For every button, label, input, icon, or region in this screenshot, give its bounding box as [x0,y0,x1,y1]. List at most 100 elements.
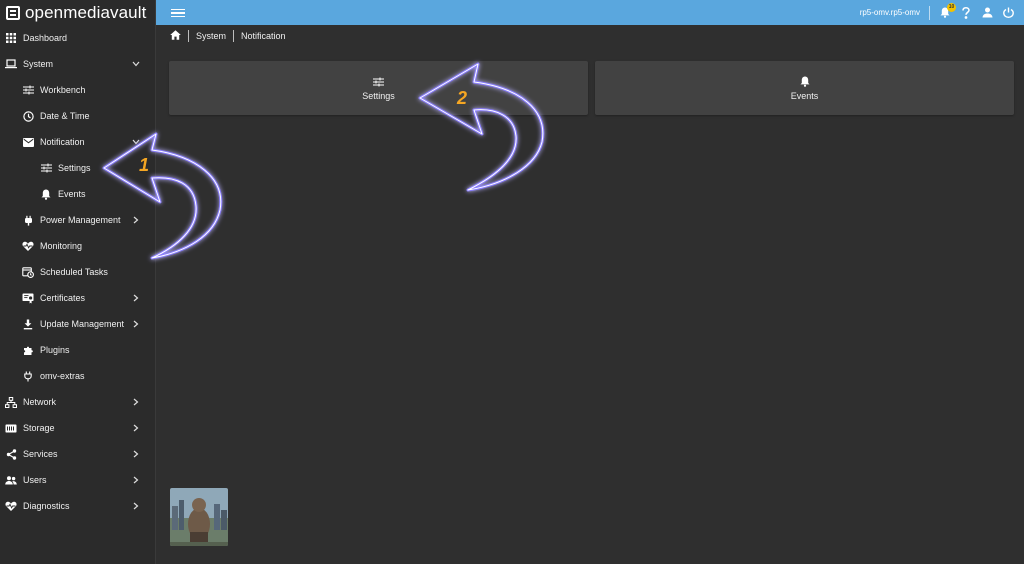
sidebar-item-label: Notification [40,137,85,147]
divider [929,5,930,20]
sidebar-item-label: Network [23,397,57,407]
bell-icon [799,76,811,88]
certificate-icon [22,292,34,304]
sidebar-item-label: System [23,59,54,69]
laptop-icon [5,58,17,70]
notifications-button[interactable]: 10 [939,2,956,19]
users-icon [5,474,17,486]
sliders-icon [40,162,52,174]
sidebar-item-omv-extras[interactable]: omv-extras [0,363,155,389]
user-icon [982,7,992,18]
sidebar-item-label: Certificates [40,293,86,303]
sidebar-item-network[interactable]: Network [0,389,155,415]
sidebar-item-label: Settings [58,163,91,173]
heart-pulse-icon [22,240,34,252]
chevron-right-icon[interactable] [131,449,141,459]
hostname-label: rp5-omv.rp5-omv [859,8,920,17]
sidebar-nav: Dashboard System Workbench Date & Time N… [0,25,155,519]
chevron-down-icon[interactable] [131,137,141,147]
logo-text: openmediavault [25,2,147,22]
sidebar-item-label: Scheduled Tasks [40,267,108,277]
help-icon [962,6,970,19]
download-icon [22,318,34,330]
events-card-label: Events [790,90,819,101]
mail-icon [22,136,34,148]
sidebar-item-label: Power Management [40,215,121,225]
chevron-right-icon[interactable] [131,293,141,303]
user-menu-button[interactable] [981,7,993,19]
calendar-clock-icon [22,266,34,278]
sidebar-item-power-management[interactable]: Power Management [0,207,155,233]
top-bar-actions: rp5-omv.rp5-omv 10 [860,0,1014,25]
sidebar-item-label: Events [58,189,86,199]
sidebar-item-plugins[interactable]: Plugins [0,337,155,363]
app-logo[interactable]: openmediavault [0,0,155,25]
home-icon[interactable] [170,30,181,42]
sidebar-item-label: Dashboard [23,33,68,43]
chevron-right-icon[interactable] [131,397,141,407]
sidebar-item-update-management[interactable]: Update Management [0,311,155,337]
bell-icon [40,188,52,200]
chevron-down-icon[interactable] [131,59,141,69]
settings-card[interactable]: Settings [169,61,588,115]
sidebar-item-workbench[interactable]: Workbench [0,77,155,103]
breadcrumb-separator [188,30,189,42]
sidebar-item-label: Plugins [40,345,70,355]
sidebar-item-label: Users [23,475,47,485]
breadcrumb: System Notification [170,29,286,43]
chevron-right-icon[interactable] [131,319,141,329]
step-2-label: 2 [457,88,468,108]
plug-icon [22,370,34,382]
power-plug-icon [22,214,34,226]
sidebar-item-date-time[interactable]: Date & Time [0,103,155,129]
sidebar-item-label: Diagnostics [23,501,70,511]
power-icon [1002,7,1014,18]
help-button[interactable] [960,6,972,19]
sidebar-item-settings[interactable]: Settings [0,155,155,181]
chevron-right-icon[interactable] [131,475,141,485]
breadcrumb-separator [233,30,235,42]
sidebar-item-dashboard[interactable]: Dashboard [0,25,155,51]
sidebar-item-certificates[interactable]: Certificates [0,285,155,311]
step-1-label: 1 [139,155,150,175]
storage-icon [5,422,17,434]
sidebar-item-label: Workbench [40,85,86,95]
breadcrumb-system[interactable]: System [196,31,226,41]
sidebar-item-monitoring[interactable]: Monitoring [0,233,155,259]
sidebar-item-services[interactable]: Services [0,441,155,467]
sidebar-item-users[interactable]: Users [0,467,155,493]
sidebar-item-label: omv-extras [40,371,85,381]
logo-icon [6,5,20,20]
top-bar: rp5-omv.rp5-omv 10 [156,0,1024,25]
sidebar-item-label: Date & Time [40,111,90,121]
chevron-right-icon[interactable] [131,501,141,511]
heart-pulse-icon [5,500,17,512]
network-icon [5,396,17,408]
sidebar-item-events[interactable]: Events [0,181,155,207]
sliders-icon [373,76,385,88]
grid-icon [5,32,17,44]
sidebar-item-notification[interactable]: Notification [0,129,155,155]
sidebar-item-scheduled-tasks[interactable]: Scheduled Tasks [0,259,155,285]
events-card[interactable]: Events [595,61,1014,115]
share-icon [5,448,17,460]
sidebar-item-label: Storage [23,423,55,433]
sidebar-item-label: Services [23,449,58,459]
power-button[interactable] [1002,7,1014,19]
menu-toggle-button[interactable] [170,7,186,19]
sidebar: openmediavault Dashboard System Workbenc… [0,0,156,564]
sidebar-item-label: Update Management [40,319,125,329]
chevron-right-icon[interactable] [131,423,141,433]
watermark-image [170,488,228,546]
chevron-right-icon[interactable] [131,215,141,225]
notification-badge: 10 [947,2,956,12]
sidebar-item-storage[interactable]: Storage [0,415,155,441]
puzzle-icon [22,344,34,356]
settings-card-label: Settings [362,90,395,101]
sidebar-item-diagnostics[interactable]: Diagnostics [0,493,155,519]
sidebar-item-label: Monitoring [40,241,83,251]
clock-icon [22,110,34,122]
hamburger-icon [171,8,185,10]
sliders-icon [22,84,34,96]
sidebar-item-system[interactable]: System [0,51,155,77]
